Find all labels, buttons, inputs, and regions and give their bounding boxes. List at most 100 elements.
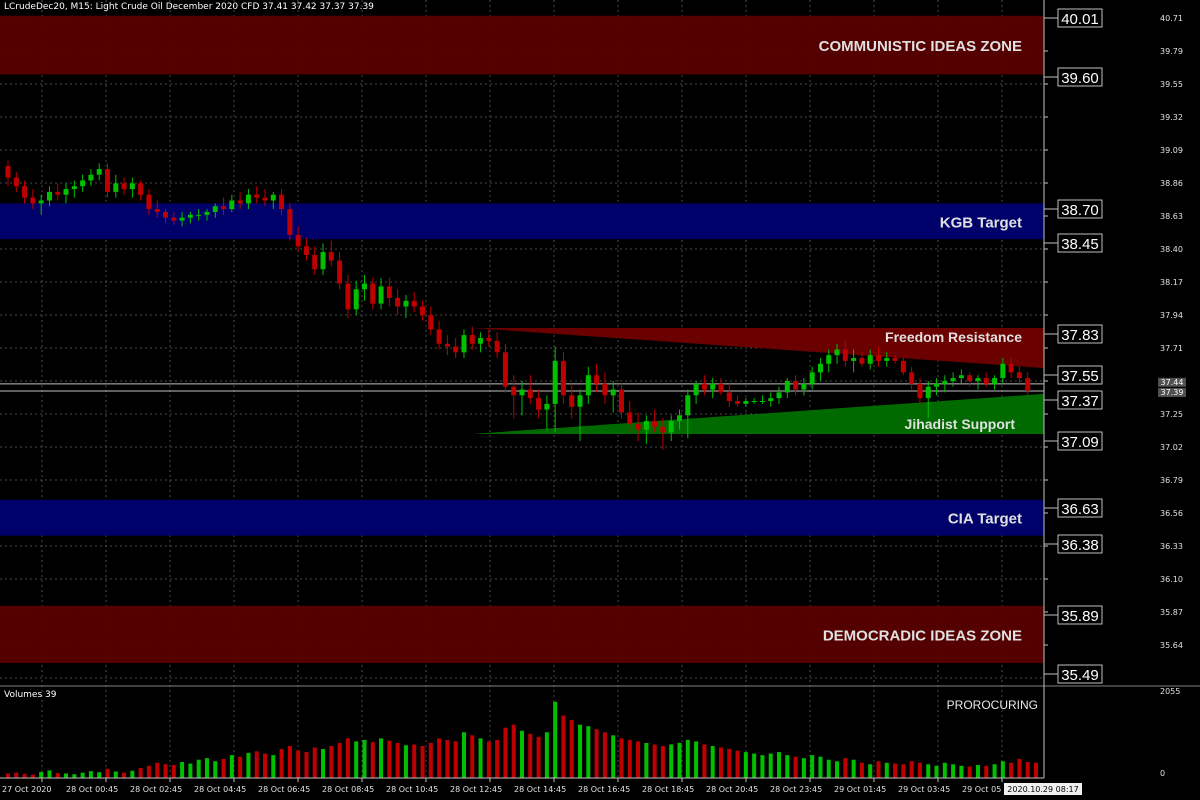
volume-bar — [578, 724, 583, 778]
candle-body — [975, 378, 981, 381]
level-price-label: 37.83 — [1061, 327, 1099, 344]
candle-body — [710, 383, 716, 390]
volume-bar — [843, 758, 848, 778]
candle-body — [436, 329, 442, 344]
volume-bar — [652, 744, 657, 778]
volume-bar — [702, 744, 707, 778]
candle-body — [983, 378, 989, 384]
freedom-resistance-label: Freedom Resistance — [885, 329, 1022, 345]
volume-bar — [88, 771, 93, 778]
price-tick-label: 37.02 — [1160, 443, 1183, 452]
price-tick-label: 38.40 — [1160, 245, 1183, 254]
candle-body — [46, 191, 52, 201]
candle-body — [527, 389, 533, 399]
candle-body — [494, 340, 500, 353]
volume-bar — [453, 741, 458, 778]
volume-bar — [868, 764, 873, 778]
candle-body — [254, 194, 260, 198]
candle-body — [478, 337, 484, 344]
zone-label: KGB Target — [940, 214, 1022, 231]
volume-bar — [221, 758, 226, 778]
volume-bar — [1025, 762, 1030, 778]
volume-bar — [660, 746, 665, 778]
candle-body — [536, 398, 542, 410]
volume-bar — [271, 755, 276, 778]
volume-bar — [354, 741, 359, 778]
volume-bar — [926, 764, 931, 778]
volume-bar — [959, 765, 964, 778]
volume-bar — [561, 715, 566, 778]
chart-window[interactable]: COMMUNISTIC IDEAS ZONE KGB Target CIA Targ… — [0, 0, 1200, 800]
volume-bar — [296, 750, 301, 778]
candle-body — [196, 214, 202, 216]
time-tick-label: 29 Oct 03:45 — [898, 785, 950, 794]
candle-body — [345, 283, 351, 310]
price-tick-label: 37.25 — [1160, 410, 1183, 419]
volume-bar — [851, 759, 856, 778]
volume-bar — [669, 744, 674, 778]
zone-band-2 — [0, 499, 1044, 536]
candle-body — [469, 335, 475, 344]
volume-bar — [785, 755, 790, 778]
candle-body — [229, 200, 235, 210]
time-tick-label: 28 Oct 14:45 — [514, 785, 566, 794]
volume-bar — [122, 772, 127, 778]
candle-body — [71, 186, 77, 190]
level-price-label: 35.89 — [1061, 608, 1099, 625]
chart-title: LCrudeDec20, M15: Light Crude Oil Decemb… — [4, 2, 374, 12]
volume-bar — [461, 732, 466, 778]
volume-bar — [64, 773, 69, 778]
level-price-label: 39.60 — [1061, 70, 1099, 87]
volume-bar — [171, 765, 176, 778]
candle-body — [875, 355, 881, 361]
volume-bar — [975, 765, 980, 778]
volume-bar — [619, 738, 624, 778]
candle-body — [992, 378, 998, 384]
candle-body — [420, 306, 426, 316]
volume-bar — [503, 727, 508, 778]
volume-bar — [329, 746, 334, 778]
candle-body — [892, 358, 898, 361]
volume-bar — [229, 755, 234, 778]
time-tick-label: 28 Oct 16:45 — [578, 785, 630, 794]
candle-body — [63, 189, 69, 195]
candle-body — [1008, 363, 1014, 373]
volume-bar — [321, 749, 326, 778]
volume-bar — [1009, 762, 1014, 778]
volume-bar — [470, 735, 475, 778]
volume-bar — [403, 745, 408, 778]
volume-bar — [362, 739, 367, 778]
price-tick-label: 36.33 — [1160, 542, 1183, 551]
volume-bar — [917, 762, 922, 778]
candle-body — [96, 168, 102, 175]
volume-bar — [213, 761, 218, 778]
price-chart[interactable]: COMMUNISTIC IDEAS ZONE KGB Target CIA Targ… — [0, 0, 1200, 800]
candle-body — [801, 383, 807, 390]
volume-bar — [420, 746, 425, 778]
candle-body — [884, 358, 890, 361]
volume-bar — [777, 752, 781, 778]
volume-bar — [984, 765, 989, 778]
candle-body — [22, 186, 28, 198]
volume-bar — [39, 771, 44, 778]
volume-bar — [478, 738, 483, 778]
candle-body — [950, 378, 956, 381]
volume-bar — [428, 742, 433, 778]
candle-body — [867, 355, 873, 364]
volume-bar — [345, 738, 350, 778]
time-cursor-label: 2020.10.29 08:17 — [1007, 785, 1078, 794]
volume-bar — [752, 753, 757, 778]
volume-bar — [486, 741, 491, 778]
volume-bar — [312, 747, 317, 778]
candle-body — [163, 211, 169, 218]
candle-body — [121, 183, 127, 190]
candle-body — [1016, 372, 1022, 379]
time-tick-label: 28 Oct 06:45 — [258, 785, 310, 794]
volume-bar — [113, 771, 118, 778]
volume-bar — [710, 746, 715, 778]
candle-body — [784, 380, 790, 393]
volume-bar — [826, 759, 831, 778]
volume-bar — [893, 763, 898, 778]
candle-body — [171, 217, 177, 221]
candle-body — [245, 194, 251, 204]
